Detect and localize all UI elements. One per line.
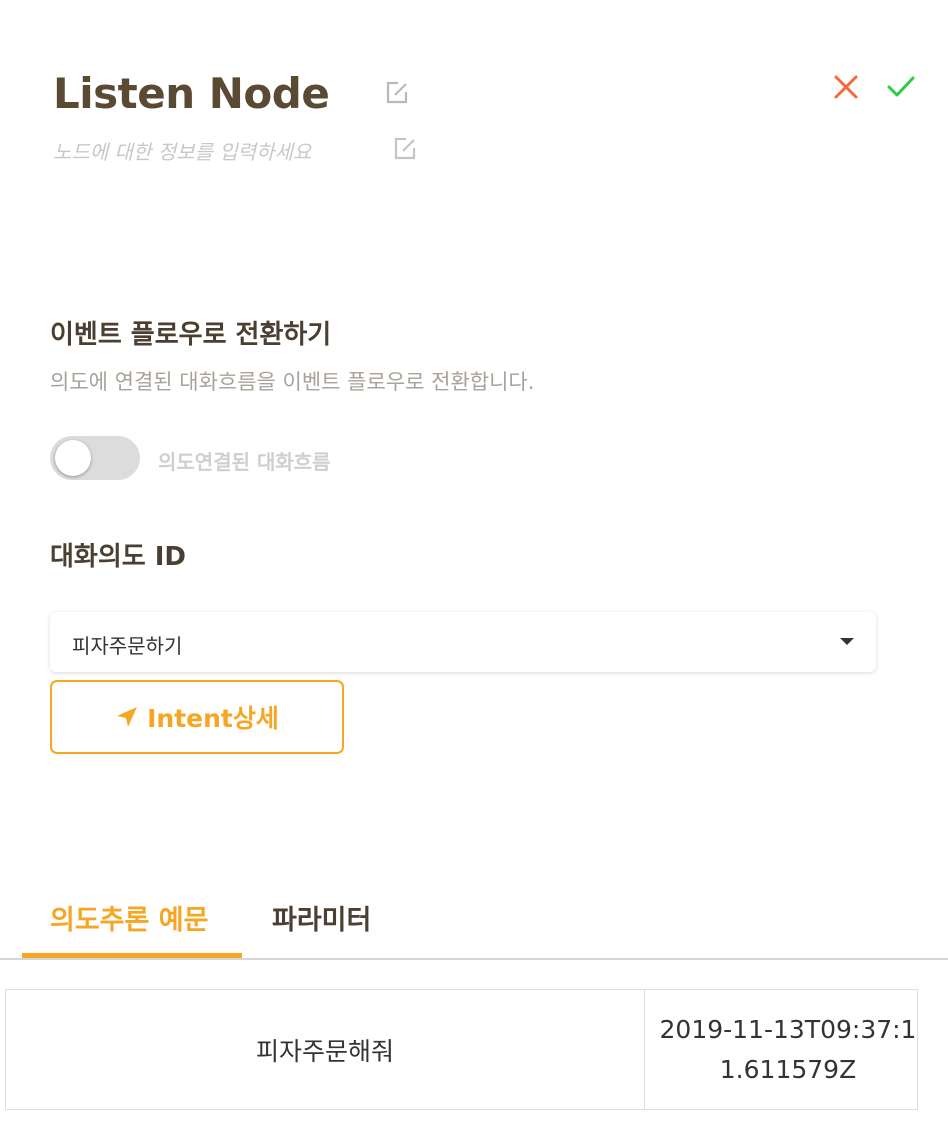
intent-select[interactable]: 피자주문하기 bbox=[50, 612, 876, 672]
tab-parameters[interactable]: 파라미터 bbox=[272, 898, 371, 937]
example-created-at: 2019-11-13T09:37:11.611579Z bbox=[659, 1014, 917, 1084]
tab-examples[interactable]: 의도추론 예문 bbox=[50, 898, 208, 937]
edit-title-icon[interactable] bbox=[384, 80, 410, 106]
caret-down-icon bbox=[840, 638, 854, 645]
event-flow-description: 의도에 연결된 대화흐름을 이벤트 플로우로 전환합니다. bbox=[50, 370, 535, 394]
edit-description-icon[interactable] bbox=[392, 136, 418, 162]
toggle-knob bbox=[55, 440, 91, 476]
tab-divider bbox=[0, 958, 948, 960]
intent-detail-label: Intent상세 bbox=[147, 704, 279, 733]
node-title: Listen Node bbox=[53, 69, 330, 118]
description-input[interactable]: 노드에 대한 정보를 입력하세요 bbox=[53, 136, 311, 165]
table-row[interactable]: 피자주문해줘 bbox=[6, 990, 645, 1109]
intent-select-value: 피자주문하기 bbox=[72, 634, 183, 658]
intent-id-label: 대화의도 ID bbox=[50, 542, 186, 572]
intent-detail-button[interactable]: Intent상세 bbox=[50, 680, 344, 754]
toggle-label: 의도연결된 대화흐름 bbox=[158, 450, 331, 474]
event-flow-title: 이벤트 플로우로 전환하기 bbox=[50, 320, 332, 350]
listen-node-panel: Listen Node 노드에 대한 정보를 입력하세요 이벤트 플로우로 전환… bbox=[0, 0, 948, 1146]
confirm-button[interactable] bbox=[886, 72, 916, 102]
location-arrow-icon bbox=[117, 707, 138, 727]
close-button[interactable] bbox=[831, 72, 861, 102]
check-icon bbox=[887, 76, 915, 97]
event-flow-toggle[interactable] bbox=[50, 436, 140, 480]
x-icon bbox=[834, 75, 858, 99]
examples-table: 피자주문해줘 2019-11-13T09:37:11.611579Z bbox=[5, 989, 918, 1110]
